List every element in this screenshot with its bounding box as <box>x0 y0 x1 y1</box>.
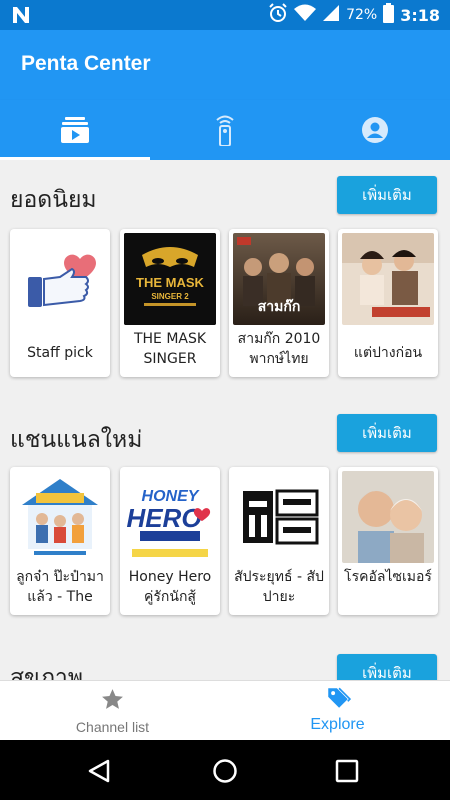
system-navigation-bar <box>0 740 450 800</box>
battery-icon <box>383 3 395 27</box>
card-label: Honey Hero คู่รักนักสู้ <box>128 569 212 605</box>
svg-text:สามก๊ก: สามก๊ก <box>258 298 301 315</box>
like-heart-icon <box>14 233 106 325</box>
honey-hero-poster: HONEY HERO <box>124 471 216 563</box>
account-icon <box>362 117 388 143</box>
status-indicators: 72% 3:18 <box>268 3 440 27</box>
home-icon[interactable] <box>212 758 238 784</box>
status-bar: 72% 3:18 <box>0 0 450 30</box>
nav-label: Channel list <box>75 719 150 735</box>
tab-bar <box>0 100 450 160</box>
nav-channel-list[interactable]: Channel list <box>0 681 225 741</box>
tab-account[interactable] <box>300 100 450 160</box>
channel-card-the-mask-singer[interactable]: THE MASK SINGER 2 THE MASK SINGER <box>120 229 220 377</box>
channel-card-alzheimers[interactable]: โรคอัลไซเมอร์ <box>338 467 438 615</box>
nav-label: Explore <box>310 716 365 733</box>
card-label: สามก๊ก 2010 พากษ์ไทย <box>237 331 321 367</box>
drama-poster <box>342 233 434 325</box>
three-kingdoms-poster: สามก๊ก <box>233 233 325 325</box>
explore-content[interactable]: ยอดนิยม เพิ่มเติม Staff pick THE MASK SI… <box>0 160 450 680</box>
more-button[interactable]: เพิ่มเติม <box>337 414 437 452</box>
card-label: แต่ปางก่อน <box>353 345 423 361</box>
channel-card-three-kingdoms[interactable]: สามก๊ก สามก๊ก 2010 พากษ์ไทย <box>229 229 329 377</box>
tab-remote[interactable] <box>150 100 300 160</box>
nav-explore[interactable]: Explore <box>225 681 450 741</box>
alarm-icon <box>268 3 288 27</box>
card-label: สัประยุทธ์ - สัปปายะ <box>234 569 324 605</box>
more-button[interactable]: เพิ่มเติม <box>337 654 437 680</box>
bottom-navigation: Channel list Explore <box>0 680 450 740</box>
family-show-poster <box>14 471 106 563</box>
app-bar: Penta Center <box>0 30 450 100</box>
more-button[interactable]: เพิ่มเติม <box>337 176 437 214</box>
elderly-couple-photo <box>342 471 434 563</box>
channel-card-family-show[interactable]: ลูกจ๋า ป๊ะป๋ามาแล้ว - The <box>10 467 110 615</box>
app-title: Penta Center <box>21 52 151 75</box>
svg-text:SINGER 2: SINGER 2 <box>151 292 189 301</box>
recents-icon[interactable] <box>334 758 360 784</box>
wifi-icon <box>294 4 317 26</box>
section-title: ยอดนิยม <box>10 187 97 213</box>
notification-n-icon <box>10 5 32 25</box>
card-label: THE MASK SINGER <box>133 331 207 367</box>
channel-card-honey-hero[interactable]: HONEY HERO Honey Hero คู่รักนักสู้ <box>120 467 220 615</box>
card-label: Staff pick <box>27 345 93 361</box>
card-label: โรคอัลไซเมอร์ <box>344 569 432 585</box>
tab-videos[interactable] <box>0 100 150 160</box>
section-title: แชนแนลใหม่ <box>10 427 143 453</box>
svg-text:HERO: HERO <box>126 503 201 533</box>
battery-percent: 72% <box>346 7 378 23</box>
the-mask-singer-poster: THE MASK SINGER 2 <box>124 233 216 325</box>
channel-card-drama[interactable]: แต่ปางก่อน <box>338 229 438 377</box>
channel-card-sappraiyut[interactable]: สัประยุทธ์ - สัปปายะ <box>229 467 329 615</box>
star-icon <box>100 687 125 712</box>
remote-control-icon <box>214 114 236 146</box>
clock: 3:18 <box>400 5 440 25</box>
back-icon[interactable] <box>86 758 112 784</box>
signal-icon <box>322 4 340 26</box>
card-label: ลูกจ๋า ป๊ะป๋ามาแล้ว - The <box>16 569 104 605</box>
svg-text:THE MASK: THE MASK <box>136 275 205 290</box>
section-title: สุขภาพ <box>10 665 83 680</box>
channel-card-staff-pick[interactable]: Staff pick <box>10 229 110 377</box>
sappraiyut-logo <box>233 471 325 563</box>
tag-icon <box>325 685 352 710</box>
video-library-icon <box>61 117 89 143</box>
